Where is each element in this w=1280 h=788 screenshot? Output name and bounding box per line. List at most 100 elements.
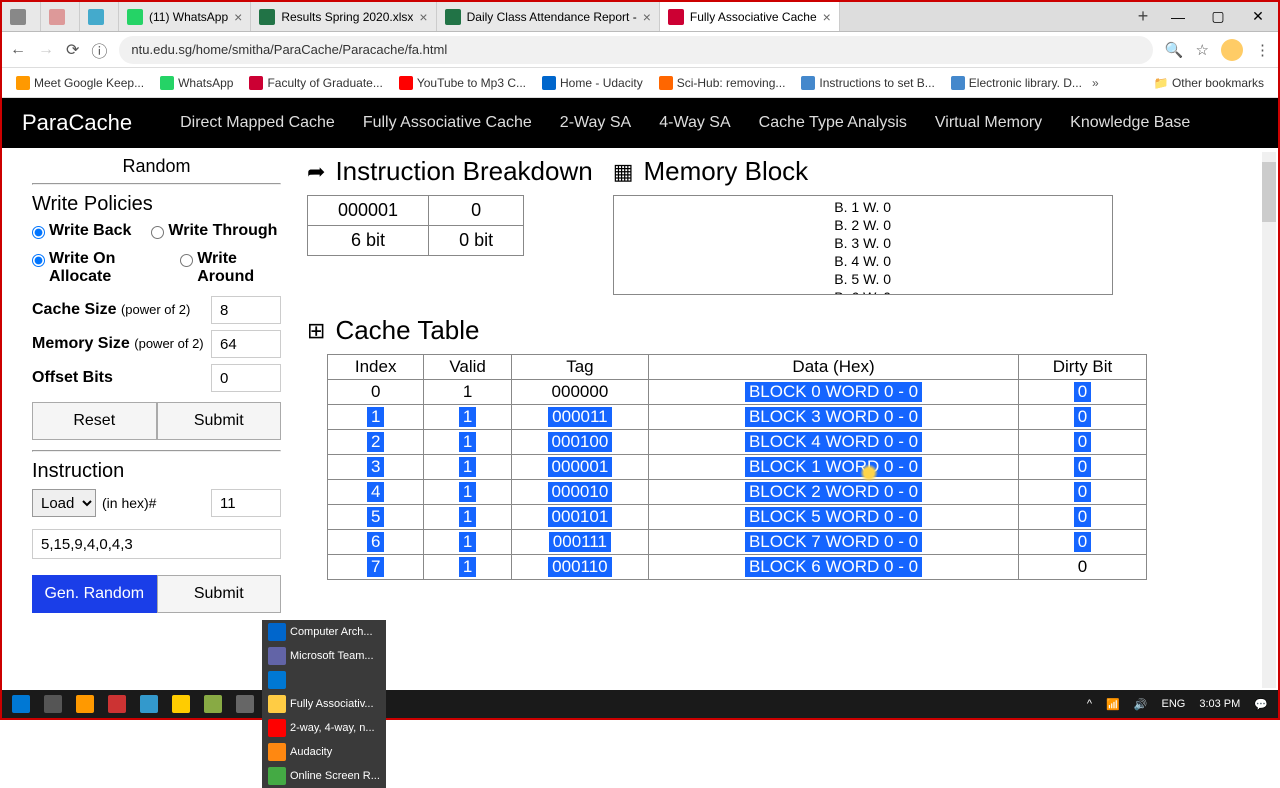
task-view-button[interactable]: [38, 692, 68, 716]
cache-cell: 000100: [511, 430, 648, 455]
tb-app[interactable]: [70, 692, 100, 716]
browser-tab[interactable]: [80, 2, 119, 31]
vertical-scrollbar[interactable]: [1262, 152, 1276, 688]
bookmark-icon: [542, 76, 556, 90]
url-input[interactable]: [119, 36, 1152, 64]
tray-wifi-icon[interactable]: 📶: [1100, 692, 1126, 716]
tab-close-icon[interactable]: ×: [419, 9, 427, 25]
taskbar-app[interactable]: Microsoft Team...: [262, 644, 386, 668]
tb-app[interactable]: [102, 692, 132, 716]
reset-button[interactable]: Reset: [32, 402, 157, 440]
windows-taskbar: Computer Arch...Microsoft Team...Fully A…: [2, 690, 1278, 718]
favicon-icon: [259, 9, 275, 25]
cache-cell: 1: [424, 380, 511, 405]
instruction-value-input[interactable]: [211, 489, 281, 517]
write-through-radio[interactable]: Write Through: [151, 222, 277, 240]
brand-label[interactable]: ParaCache: [22, 110, 132, 136]
minimize-button[interactable]: —: [1158, 2, 1198, 31]
new-tab-button[interactable]: +: [1128, 2, 1158, 31]
memory-block-row: B. 2 W. 0: [614, 216, 1112, 234]
reload-icon[interactable]: ⟳: [66, 40, 79, 60]
bookmark-item[interactable]: Sci-Hub: removing...: [653, 74, 792, 92]
bookmark-item[interactable]: WhatsApp: [154, 74, 239, 92]
bookmark-item[interactable]: YouTube to Mp3 C...: [393, 74, 532, 92]
tray-notifications-icon[interactable]: 💬: [1248, 692, 1274, 716]
taskbar-app[interactable]: Fully Associativ...: [262, 692, 386, 716]
favicon-icon: [88, 9, 104, 25]
gen-random-button[interactable]: Gen. Random: [32, 575, 157, 613]
taskbar-app[interactable]: [262, 668, 386, 692]
nav-item[interactable]: Virtual Memory: [935, 114, 1042, 132]
browser-tab[interactable]: [2, 2, 41, 31]
profile-avatar[interactable]: [1221, 39, 1243, 61]
browser-tab[interactable]: Results Spring 2020.xlsx×: [251, 2, 436, 31]
browser-tab[interactable]: Daily Class Attendance Report -×: [437, 2, 660, 31]
app-icon: [268, 719, 286, 737]
nav-item[interactable]: Fully Associative Cache: [363, 114, 532, 132]
tray-volume-icon[interactable]: 🔊: [1128, 692, 1154, 716]
memory-size-label: Memory Size (power of 2): [32, 335, 204, 353]
bookmark-item[interactable]: Home - Udacity: [536, 74, 649, 92]
nav-item[interactable]: 2-Way SA: [560, 114, 631, 132]
maximize-button[interactable]: ▢: [1198, 2, 1238, 31]
cache-cell: 0: [1019, 380, 1147, 405]
forward-icon[interactable]: →: [38, 41, 54, 59]
site-info-icon[interactable]: ⓘ: [91, 38, 107, 62]
other-bookmarks[interactable]: 📁 Other bookmarks: [1148, 74, 1270, 92]
taskbar-app[interactable]: Online Screen R...: [262, 764, 386, 788]
divider: [32, 450, 281, 452]
bookmark-item[interactable]: Instructions to set B...: [795, 74, 940, 92]
nav-item[interactable]: 4-Way SA: [659, 114, 730, 132]
tab-close-icon[interactable]: ×: [643, 9, 651, 25]
cache-cell: BLOCK 1 WORD 0 - 0: [649, 455, 1019, 480]
tb-app[interactable]: [230, 692, 260, 716]
tab-close-icon[interactable]: ×: [823, 9, 831, 25]
offset-bits-input[interactable]: [211, 364, 281, 392]
grid-icon: ▦: [613, 159, 634, 185]
cache-size-input[interactable]: [211, 296, 281, 324]
submit-button[interactable]: Submit: [157, 402, 282, 440]
tb-app[interactable]: [198, 692, 228, 716]
taskbar-app[interactable]: Computer Arch...: [262, 620, 386, 644]
bookmark-item[interactable]: Electronic library. D...: [945, 74, 1088, 92]
bookmark-item[interactable]: Faculty of Graduate...: [243, 74, 388, 92]
tb-app[interactable]: [166, 692, 196, 716]
tray-time[interactable]: 3:03 PM: [1193, 692, 1246, 716]
memory-block-list[interactable]: B. 1 W. 0B. 2 W. 0B. 3 W. 0B. 4 W. 0B. 5…: [613, 195, 1113, 295]
memory-size-input[interactable]: [211, 330, 281, 358]
zoom-icon[interactable]: 🔍: [1165, 41, 1184, 59]
memory-block-row: B. 4 W. 0: [614, 252, 1112, 270]
cache-cell: 1: [424, 555, 511, 580]
submit2-button[interactable]: Submit: [157, 575, 282, 613]
star-icon[interactable]: ☆: [1196, 41, 1209, 59]
cache-table-row: 51000101BLOCK 5 WORD 0 - 00: [328, 505, 1147, 530]
instruction-breakdown-section: ➦Instruction Breakdown 0000010 6 bit0 bi…: [307, 156, 593, 295]
browser-tab[interactable]: Fully Associative Cache×: [660, 2, 840, 31]
nav-item[interactable]: Cache Type Analysis: [759, 114, 907, 132]
browser-tab[interactable]: (11) WhatsApp×: [119, 2, 251, 31]
back-icon[interactable]: ←: [10, 41, 26, 59]
instruction-select[interactable]: Load: [32, 489, 96, 517]
write-on-allocate-radio[interactable]: Write On Allocate: [32, 250, 160, 286]
browser-tab[interactable]: [41, 2, 80, 31]
tray-chevron-icon[interactable]: ^: [1081, 692, 1098, 716]
tb-app[interactable]: [134, 692, 164, 716]
sequence-input[interactable]: [32, 529, 281, 559]
start-button[interactable]: [6, 692, 36, 716]
cache-cell: 1: [424, 480, 511, 505]
favicon-icon: [49, 9, 65, 25]
cache-table-header: Dirty Bit: [1019, 355, 1147, 380]
taskbar-app[interactable]: Audacity: [262, 740, 386, 764]
bookmark-item[interactable]: Meet Google Keep...: [10, 74, 150, 92]
tray-lang[interactable]: ENG: [1155, 692, 1191, 716]
close-button[interactable]: ✕: [1238, 2, 1278, 31]
write-back-radio[interactable]: Write Back: [32, 222, 131, 240]
menu-icon[interactable]: ⋮: [1255, 41, 1270, 59]
tab-close-icon[interactable]: ×: [234, 9, 242, 25]
bookmarks-overflow-icon[interactable]: »: [1092, 76, 1099, 90]
write-around-radio[interactable]: Write Around: [180, 250, 281, 286]
nav-item[interactable]: Direct Mapped Cache: [180, 114, 335, 132]
app-icon: [268, 767, 286, 785]
nav-item[interactable]: Knowledge Base: [1070, 114, 1190, 132]
cache-cell: 000001: [511, 455, 648, 480]
